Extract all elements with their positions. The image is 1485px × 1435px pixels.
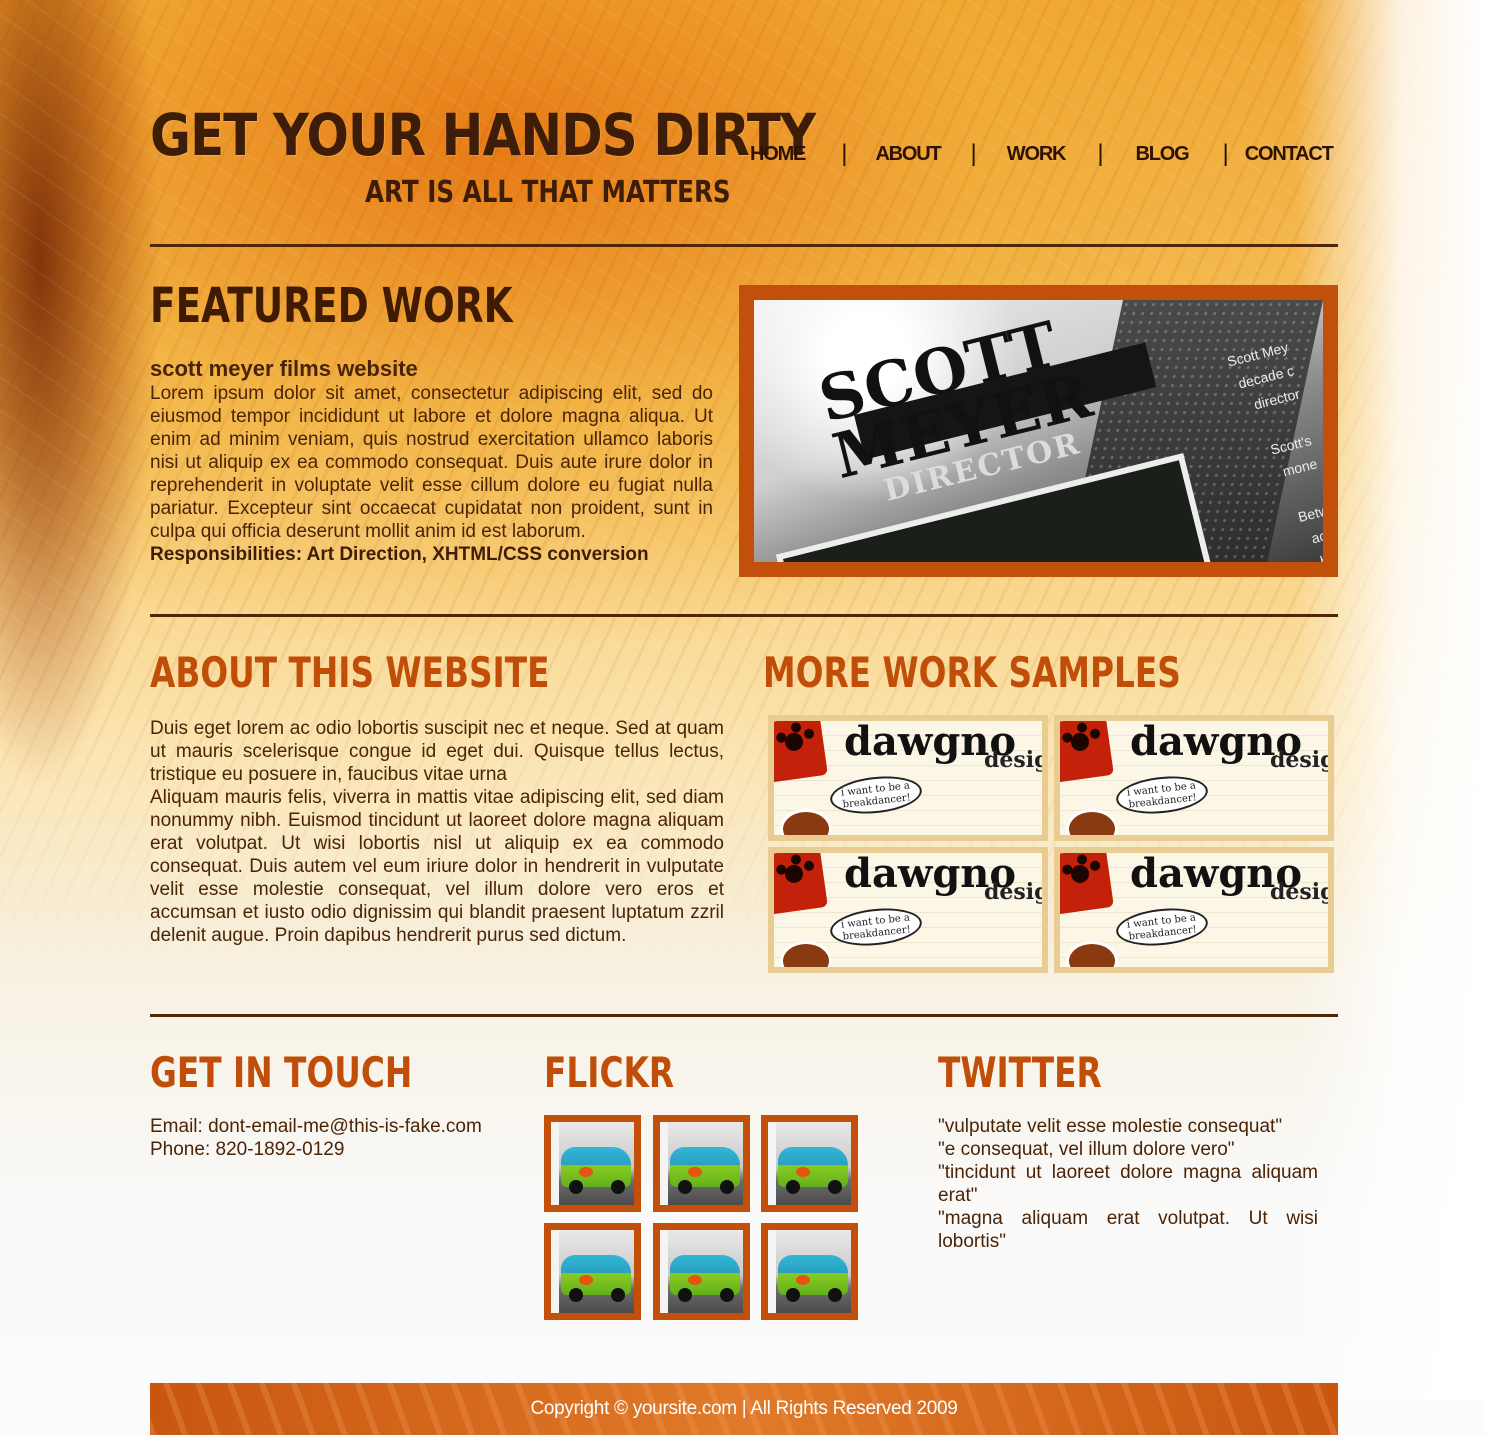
work-sample-thumbnail[interactable]: dawgno desig i want to be a breakdancer! [768, 715, 1048, 841]
speech-bubble: i want to be a breakdancer! [1114, 904, 1210, 950]
contact-email[interactable]: Email: dont-email-me@this-is-fake.com [150, 1115, 530, 1138]
about-paragraph-2: Aliquam mauris felis, viverra in mattis … [150, 787, 724, 946]
about-content: Duis eget lorem ac odio lobortis suscipi… [150, 717, 724, 947]
featured-work-content: scott meyer films website Lorem ipsum do… [150, 356, 713, 566]
speech-bubble: i want to be a breakdancer! [1114, 772, 1210, 818]
flickr-grid [544, 1115, 858, 1320]
speech-bubble: i want to be a breakdancer! [828, 772, 924, 818]
right-fade [1295, 0, 1485, 1400]
tweet[interactable]: "tincidunt ut laoreet dolore magna aliqu… [938, 1161, 1318, 1207]
nav-link-work[interactable]: WORK [1007, 143, 1067, 166]
featured-work-heading: FEATURED WORK [150, 278, 513, 334]
main-nav: HOME | ABOUT | WORK | BLOG | CONTACT [738, 138, 1334, 170]
footer-bar: Copyright © yoursite.com | All Rights Re… [150, 1383, 1338, 1435]
work-samples-heading: MORE WORK SAMPLES [763, 648, 1181, 697]
featured-image-frame[interactable]: SCOTT MEYER DIRECTOR Scott Mey decade c … [739, 285, 1338, 577]
divider [150, 614, 1338, 617]
tweet[interactable]: "vulputate velit esse molestie consequat… [938, 1115, 1318, 1138]
paw-icon [774, 853, 828, 915]
about-heading: ABOUT THIS WEBSITE [150, 648, 550, 697]
site-logo-tagline: ART IS ALL THAT MATTERS [365, 175, 731, 210]
nav-link-home[interactable]: HOME [750, 143, 806, 166]
work-sample-thumbnail[interactable]: dawgno desig i want to be a breakdancer! [1054, 847, 1334, 973]
divider [150, 244, 1338, 247]
nav-separator: | [841, 140, 848, 167]
project-description: Lorem ipsum dolor sit amet, consectetur … [150, 383, 713, 542]
paw-icon [1060, 853, 1114, 915]
contact-info: Email: dont-email-me@this-is-fake.com Ph… [150, 1115, 530, 1161]
character-icon [780, 809, 832, 835]
footer-copyright: Copyright © yoursite.com | All Rights Re… [530, 1398, 958, 1419]
flickr-image [660, 1122, 743, 1205]
nav-link-contact[interactable]: CONTACT [1245, 143, 1334, 166]
site-logo-title[interactable]: GET YOUR HANDS DIRTY [150, 100, 816, 170]
about-paragraph-1: Duis eget lorem ac odio lobortis suscipi… [150, 718, 724, 785]
character-icon [780, 941, 832, 967]
nav-separator: | [970, 140, 977, 167]
character-icon [1066, 941, 1118, 967]
work-sample-thumbnail[interactable]: dawgno desig i want to be a breakdancer! [1054, 715, 1334, 841]
work-samples-grid: dawgno desig i want to be a breakdancer!… [768, 715, 1336, 973]
flickr-thumbnail[interactable] [653, 1115, 750, 1212]
flickr-thumbnail[interactable] [544, 1115, 641, 1212]
work-sample-sub: desig [984, 879, 1042, 905]
speech-bubble: i want to be a breakdancer! [828, 904, 924, 950]
flickr-thumbnail[interactable] [544, 1223, 641, 1320]
featured-image: SCOTT MEYER DIRECTOR Scott Mey decade c … [754, 300, 1323, 562]
work-sample-image: dawgno desig i want to be a breakdancer! [1060, 853, 1328, 967]
flickr-image [768, 1230, 851, 1313]
project-responsibilities: Responsibilities: Art Direction, XHTML/C… [150, 544, 649, 565]
work-sample-sub: desig [1270, 747, 1328, 773]
work-sample-sub: desig [984, 747, 1042, 773]
paw-icon [774, 721, 828, 783]
character-icon [1066, 809, 1118, 835]
nav-separator: | [1222, 140, 1229, 167]
tweet[interactable]: "magna aliquam erat volutpat. Ut wisi lo… [938, 1207, 1318, 1253]
flickr-thumbnail[interactable] [761, 1223, 858, 1320]
paw-icon [1060, 721, 1114, 783]
contact-phone: Phone: 820-1892-0129 [150, 1139, 345, 1160]
nav-link-blog[interactable]: BLOG [1136, 143, 1190, 166]
nav-link-about[interactable]: ABOUT [875, 143, 941, 166]
flickr-image [768, 1122, 851, 1205]
work-sample-image: dawgno desig i want to be a breakdancer! [774, 721, 1042, 835]
work-sample-thumbnail[interactable]: dawgno desig i want to be a breakdancer! [768, 847, 1048, 973]
flickr-heading: FLICKR [544, 1048, 675, 1097]
work-sample-image: dawgno desig i want to be a breakdancer! [774, 853, 1042, 967]
divider [150, 1014, 1338, 1017]
twitter-heading: TWITTER [938, 1048, 1102, 1097]
nav-separator: | [1097, 140, 1104, 167]
flickr-image [660, 1230, 743, 1313]
tweet[interactable]: "e consequat, vel illum dolore vero" [938, 1138, 1318, 1161]
flickr-thumbnail[interactable] [653, 1223, 750, 1320]
flickr-image [551, 1230, 634, 1313]
project-title[interactable]: scott meyer films website [150, 356, 713, 382]
work-sample-image: dawgno desig i want to be a breakdancer! [1060, 721, 1328, 835]
contact-heading: GET IN TOUCH [150, 1048, 413, 1097]
flickr-image [551, 1122, 634, 1205]
flickr-thumbnail[interactable] [761, 1115, 858, 1212]
twitter-feed: "vulputate velit esse molestie consequat… [938, 1115, 1318, 1253]
work-sample-sub: desig [1270, 879, 1328, 905]
